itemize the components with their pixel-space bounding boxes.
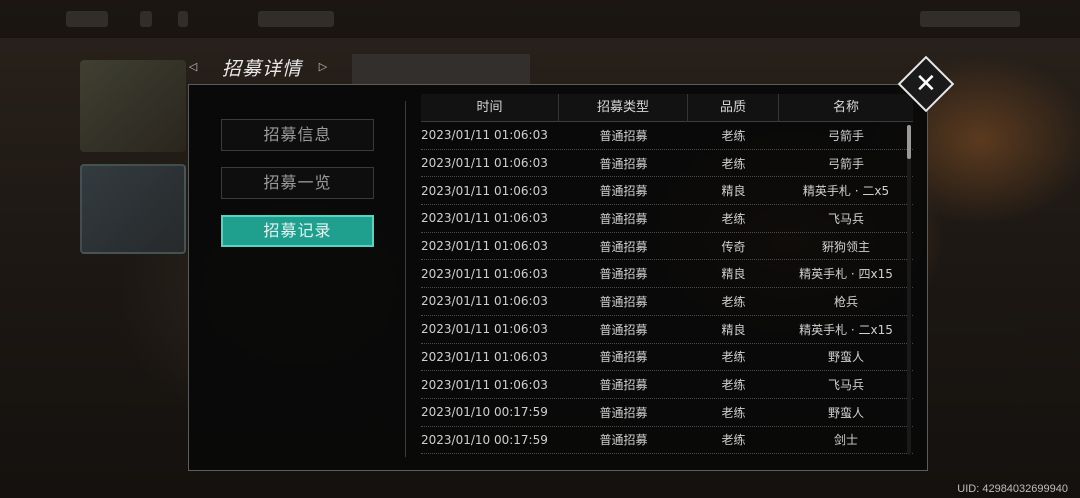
cell-type: 普通招募 [599, 184, 648, 199]
cell-time: 2023/01/11 01:06:03 [421, 239, 548, 254]
cell-name: 弓箭手 [827, 128, 864, 143]
cell-quality: 老练 [721, 156, 746, 171]
cell-name: 野蛮人 [827, 350, 864, 365]
cell-time: 2023/01/11 01:06:03 [421, 266, 548, 281]
tab-recruit-overview[interactable]: 招募一览 [221, 167, 374, 199]
table-row: 2023/01/11 01:06:03 普通招募 老练 野蛮人 [421, 344, 913, 372]
cell-quality: 传奇 [721, 239, 746, 254]
cell-name: 弓箭手 [827, 156, 864, 171]
top-bar-currency [920, 11, 1020, 27]
background-card [80, 60, 186, 152]
recruit-detail-modal: 招募信息 招募一览 招募记录 时间 招募类型 品质 名称 2023/01/11 … [188, 84, 928, 471]
cell-name: 野蛮人 [827, 405, 864, 420]
cell-time: 2023/01/11 01:06:03 [421, 349, 548, 364]
prev-arrow-icon[interactable]: ◁ [186, 60, 200, 74]
column-header-time: 时间 [421, 94, 559, 122]
table-row: 2023/01/11 01:06:03 普通招募 老练 弓箭手 [421, 150, 913, 178]
cell-name: 飞马兵 [827, 211, 864, 226]
user-icon[interactable] [140, 11, 152, 27]
cell-time: 2023/01/11 01:06:03 [421, 211, 548, 226]
table-row: 2023/01/11 01:06:03 普通招募 传奇 豣狗领主 [421, 233, 913, 261]
cell-name: 剑士 [833, 433, 858, 448]
help-icon[interactable] [178, 11, 188, 27]
cell-type: 普通招募 [599, 378, 648, 393]
cell-name: 精英手札 · 二x5 [802, 184, 890, 199]
cell-type: 普通招募 [599, 239, 648, 254]
top-bar [0, 0, 1080, 38]
cell-type: 普通招募 [599, 294, 648, 309]
cell-time: 2023/01/11 01:06:03 [421, 294, 548, 309]
background-card [80, 164, 186, 254]
cell-type: 普通招募 [599, 211, 648, 226]
table-row: 2023/01/11 01:06:03 普通招募 老练 飞马兵 [421, 205, 913, 233]
cell-time: 2023/01/10 00:17:59 [421, 405, 548, 420]
cell-quality: 精良 [721, 322, 746, 337]
cell-quality: 老练 [721, 433, 746, 448]
cell-type: 普通招募 [599, 405, 648, 420]
cell-quality: 精良 [721, 267, 746, 282]
column-header-quality: 品质 [688, 94, 779, 122]
cell-quality: 老练 [721, 211, 746, 226]
table-row: 2023/01/11 01:06:03 普通招募 精良 精英手札 · 二x5 [421, 177, 913, 206]
cell-quality: 老练 [721, 128, 746, 143]
tab-recruit-history[interactable]: 招募记录 [221, 215, 374, 247]
cell-name: 飞马兵 [827, 378, 864, 393]
cell-type: 普通招募 [599, 267, 648, 282]
user-id-label: UID: 42984032699940 [957, 483, 1068, 495]
cell-time: 2023/01/11 01:06:03 [421, 156, 548, 171]
top-bar-logo [66, 11, 108, 27]
column-header-type: 招募类型 [559, 94, 688, 122]
close-icon: ✕ [915, 68, 937, 99]
cell-time: 2023/01/11 01:06:03 [421, 183, 548, 198]
cell-type: 普通招募 [599, 433, 648, 448]
page-title: 招募详情 [222, 57, 303, 80]
table-row: 2023/01/11 01:06:03 普通招募 老练 枪兵 [421, 288, 913, 316]
cell-time: 2023/01/11 01:06:03 [421, 377, 548, 392]
table-row: 2023/01/10 00:17:59 普通招募 老练 野蛮人 [421, 399, 913, 427]
divider [405, 101, 406, 457]
cell-name: 枪兵 [833, 294, 858, 309]
column-header-name: 名称 [832, 100, 859, 115]
tab-list: 招募信息 招募一览 招募记录 [221, 119, 376, 263]
cell-time: 2023/01/11 01:06:03 [421, 322, 548, 337]
cell-type: 普通招募 [599, 128, 648, 143]
cell-time: 2023/01/10 00:17:59 [421, 432, 548, 447]
cell-time: 2023/01/11 01:06:03 [421, 128, 548, 143]
cell-quality: 精良 [721, 184, 746, 199]
table-body[interactable]: 2023/01/11 01:06:03 普通招募 老练 弓箭手 2023/01/… [421, 122, 913, 455]
cell-type: 普通招募 [599, 156, 648, 171]
scrollbar-thumb[interactable] [907, 125, 911, 159]
page-header: ◁ 招募详情 ▷ [186, 52, 330, 82]
table-header: 时间 招募类型 品质 名称 [421, 94, 913, 122]
recruit-history-table: 时间 招募类型 品质 名称 2023/01/11 01:06:03 普通招募 老… [421, 94, 913, 455]
cell-quality: 老练 [721, 405, 746, 420]
cell-quality: 老练 [721, 378, 746, 393]
cell-name: 精英手札 · 二x15 [799, 322, 893, 337]
tab-recruit-info[interactable]: 招募信息 [221, 119, 374, 151]
table-scrollbar[interactable] [907, 125, 911, 455]
background-banner [352, 54, 530, 84]
cell-type: 普通招募 [599, 350, 648, 365]
table-row: 2023/01/11 01:06:03 普通招募 老练 飞马兵 [421, 371, 913, 399]
cell-quality: 老练 [721, 294, 746, 309]
top-bar-resource [258, 11, 334, 27]
cell-quality: 老练 [721, 350, 746, 365]
cell-type: 普通招募 [599, 322, 648, 337]
cell-name: 精英手札 · 四x15 [799, 267, 893, 282]
table-row: 2023/01/11 01:06:03 普通招募 老练 弓箭手 [421, 122, 913, 150]
table-row: 2023/01/11 01:06:03 普通招募 精良 精英手札 · 二x15 [421, 316, 913, 344]
cell-name: 豣狗领主 [821, 239, 870, 254]
table-row: 2023/01/11 01:06:03 普通招募 精良 精英手札 · 四x15 [421, 260, 913, 289]
next-arrow-icon[interactable]: ▷ [316, 60, 330, 74]
table-row: 2023/01/10 00:17:59 普通招募 老练 剑士 [421, 427, 913, 455]
